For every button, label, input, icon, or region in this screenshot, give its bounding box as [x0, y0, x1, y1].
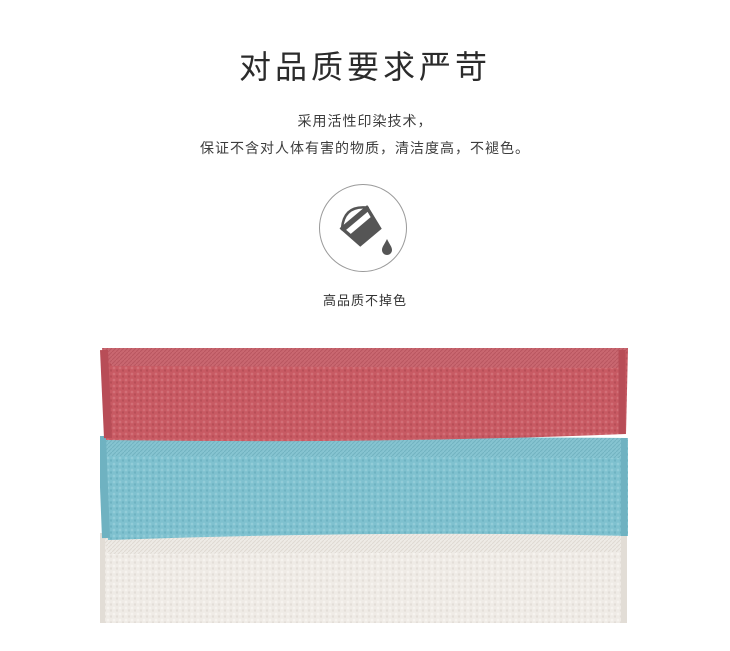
- page-title: 对品质要求严苛: [238, 48, 491, 86]
- description-line-1: 采用活性印染技术，: [297, 114, 433, 130]
- paint-bucket-drop-icon: [339, 205, 392, 255]
- feature-caption: 高品质不掉色: [322, 294, 407, 309]
- feature-icon-circle: [319, 184, 407, 272]
- description-line-2: 保证不含对人体有害的物质，清洁度高，不褪色。: [200, 141, 530, 157]
- towel-stack-illustration: [100, 348, 628, 623]
- towel-stack-image: [100, 348, 630, 623]
